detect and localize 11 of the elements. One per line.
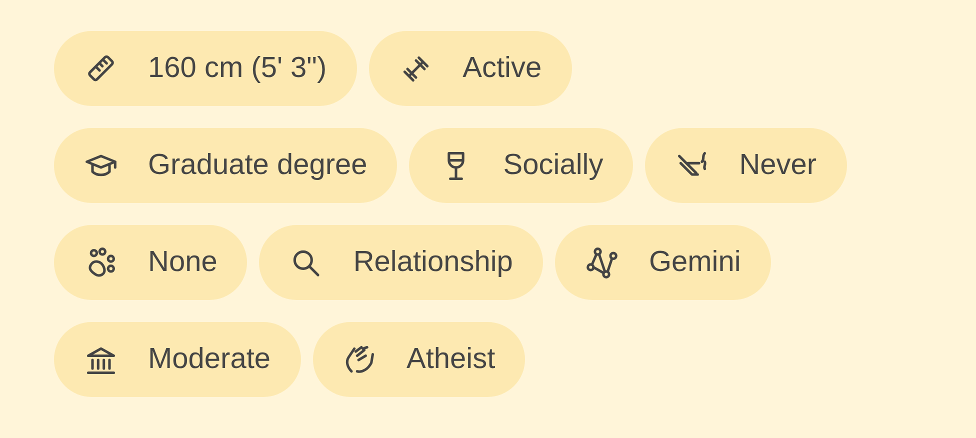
chip-label: Moderate bbox=[148, 343, 271, 376]
chip-label: Atheist bbox=[406, 343, 496, 376]
chip-label: None bbox=[148, 246, 218, 279]
chip-label: Graduate degree bbox=[148, 149, 368, 182]
chip-label: Relationship bbox=[353, 246, 513, 279]
chip-label: Never bbox=[739, 149, 817, 182]
chip-label: Socially bbox=[503, 149, 604, 182]
chip-label: Active bbox=[462, 52, 542, 85]
chip-label: 160 cm (5' 3") bbox=[148, 52, 327, 85]
chip-label: Gemini bbox=[648, 246, 741, 279]
constellation-icon bbox=[584, 246, 619, 280]
